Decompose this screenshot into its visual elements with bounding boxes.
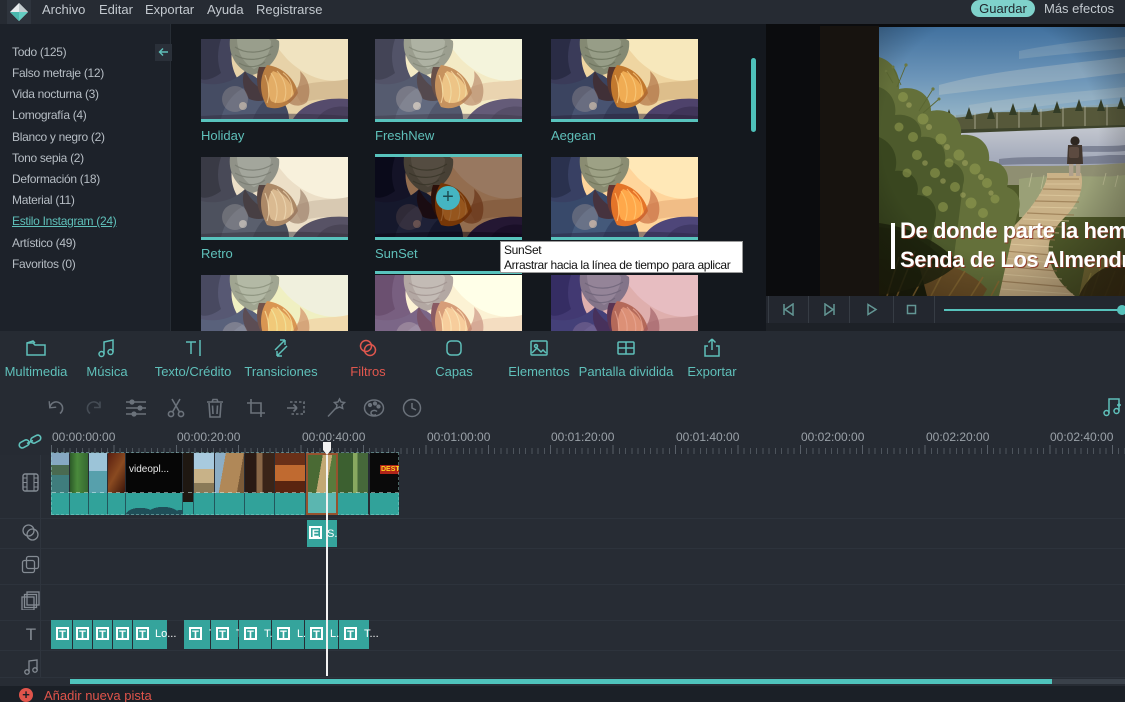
svg-text:De donde parte la hem: De donde parte la hem [900, 218, 1125, 243]
svg-text:Senda de Los Almendr: Senda de Los Almendr [900, 247, 1125, 272]
